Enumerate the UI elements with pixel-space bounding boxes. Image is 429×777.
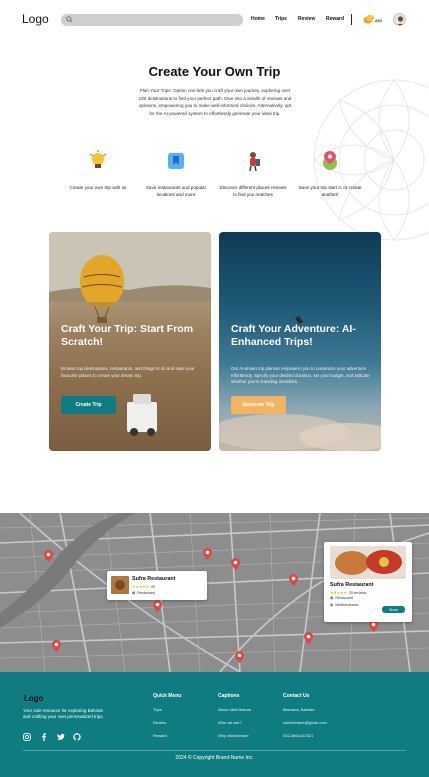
feature-discover: Discover different places reviews to fin… xyxy=(218,150,288,198)
nav-reward[interactable]: Reward xyxy=(326,16,344,22)
card-title: Craft Your Trip: Start From Scratch! xyxy=(61,323,194,348)
nav-review[interactable]: Review xyxy=(298,16,315,22)
feature-text: Discover different places reviews to fin… xyxy=(219,185,287,197)
page-title: Create Your Own Trip xyxy=(148,64,281,79)
card-text: Browse top destinations, restaurants, an… xyxy=(61,366,195,378)
footer-heading: Captions xyxy=(218,693,240,699)
map-pin-icon[interactable] xyxy=(231,558,240,570)
facebook-icon[interactable] xyxy=(40,733,48,741)
footer-link-reward[interactable]: Reward xyxy=(153,733,181,738)
footer-description: Your sole resource for exploring Bahrain… xyxy=(23,708,104,719)
search-icon xyxy=(66,16,73,23)
map-pin-icon[interactable] xyxy=(304,632,313,644)
coins-icon xyxy=(363,14,374,24)
feature-text: Save your trip start it, or create anoth… xyxy=(298,185,362,197)
footer: Logo Your sole resource for exploring Ba… xyxy=(0,672,429,777)
map-pin-icon[interactable] xyxy=(52,640,61,652)
feature-save: Save restaurants and popular locations a… xyxy=(141,150,211,198)
bookmark-icon xyxy=(168,153,184,169)
restaurant-category: Restaurant xyxy=(137,591,155,595)
restaurant-category: Restaurant xyxy=(335,596,353,600)
footer-link-review[interactable]: Review xyxy=(153,720,181,725)
footer-link-why[interactable]: Why clickVenture xyxy=(218,733,251,738)
github-icon[interactable] xyxy=(73,733,81,741)
lightbulb-icon xyxy=(89,150,107,168)
map-pin-icon[interactable] xyxy=(153,600,162,612)
footer-divider xyxy=(23,750,406,751)
copyright: 2024 © Copyright Brand-Name Inc. xyxy=(175,755,254,761)
card-title: Craft Your Adventure: AI-Enhanced Trips! xyxy=(231,323,356,348)
contact-email[interactable]: clickVenture@gmail.com xyxy=(283,720,327,725)
map-pin-icon[interactable] xyxy=(235,651,244,663)
map-pin-icon[interactable] xyxy=(203,548,212,560)
restaurant-popup-large[interactable]: Sufra Restaurant ★★★★★ 20 reviews ▤ Rest… xyxy=(324,542,412,622)
map-pin-icon[interactable] xyxy=(44,550,53,562)
card-create-trip: Craft Your Trip: Start From Scratch! Bro… xyxy=(49,232,211,451)
user-avatar[interactable] xyxy=(393,13,406,26)
feature-trip: Save your trip start it, or create anoth… xyxy=(295,150,365,198)
traveler-icon xyxy=(249,152,260,172)
coin-count: 220 xyxy=(375,18,382,23)
footer-quick-menu: Quick Menu Trips Review Reward xyxy=(153,693,181,746)
review-count: 20 xyxy=(150,584,155,589)
twitter-icon[interactable] xyxy=(57,733,65,741)
create-trip-button[interactable]: Create Trip xyxy=(61,396,116,414)
map-pin-icon[interactable] xyxy=(289,574,298,586)
search-input[interactable] xyxy=(61,14,243,26)
top-navbar: Logo Home Trips Review Reward 220 xyxy=(0,0,429,40)
footer-heading: Contact Us xyxy=(283,693,310,699)
footer-link-about[interactable]: About clickVenture xyxy=(218,707,251,712)
card-generate-trip: Craft Your Adventure: AI-Enhanced Trips!… xyxy=(219,232,381,451)
restaurant-name: Sufra Restaurant xyxy=(132,576,176,582)
restaurant-thumbnail xyxy=(111,576,129,594)
review-count: 20 reviews xyxy=(348,590,367,595)
restaurant-popup-small[interactable]: Sufra Restaurant ★★★★★ 20 ▤ Restaurant xyxy=(107,571,207,600)
show-button[interactable]: Show xyxy=(382,606,405,613)
restaurant-photo xyxy=(330,546,406,579)
restaurant-name: Sufra Restaurant xyxy=(330,582,374,588)
contact-phone[interactable]: 002-3861012321 xyxy=(283,733,327,738)
footer-captions: Captions About clickVenture Who we are? … xyxy=(218,693,251,746)
cuisine-icon: ▤ xyxy=(330,603,334,607)
feature-text: Save restaurants and popular locations a… xyxy=(145,185,207,197)
rating-stars-icon: ★★★★★ xyxy=(330,590,347,595)
card-text: Our AI-driven trip planner empowers you … xyxy=(231,366,370,385)
nav-home[interactable]: Home xyxy=(251,16,265,22)
footer-logo[interactable]: Logo xyxy=(24,694,44,703)
footer-contact: Contact Us Manama, Bahrain clickVenture@… xyxy=(283,693,327,746)
generate-trip-button[interactable]: Generate Trip xyxy=(231,396,286,414)
feature-create: Create your own trip with us xyxy=(63,150,133,192)
footer-heading: Quick Menu xyxy=(153,693,182,699)
avatar-icon xyxy=(397,16,404,25)
site-logo[interactable]: Logo xyxy=(22,12,49,26)
intro-text: Plan Your Trips: Option one lets you cra… xyxy=(138,88,292,116)
map-pin-icon xyxy=(323,151,337,170)
nav-divider xyxy=(351,14,352,25)
contact-address: Manama, Bahrain xyxy=(283,707,315,712)
fork-icon: ▤ xyxy=(132,591,136,595)
restaurant-cuisine: Mediterranean xyxy=(335,603,359,607)
footer-link-who[interactable]: Who we are? xyxy=(218,720,251,725)
feature-text: Create your own trip with us xyxy=(69,185,127,190)
fork-icon: ▤ xyxy=(330,596,334,600)
rating-stars-icon: ★★★★★ xyxy=(132,584,149,589)
nav-trips[interactable]: Trips xyxy=(275,16,287,22)
footer-link-trips[interactable]: Trips xyxy=(153,707,181,712)
instagram-icon[interactable] xyxy=(23,733,31,741)
